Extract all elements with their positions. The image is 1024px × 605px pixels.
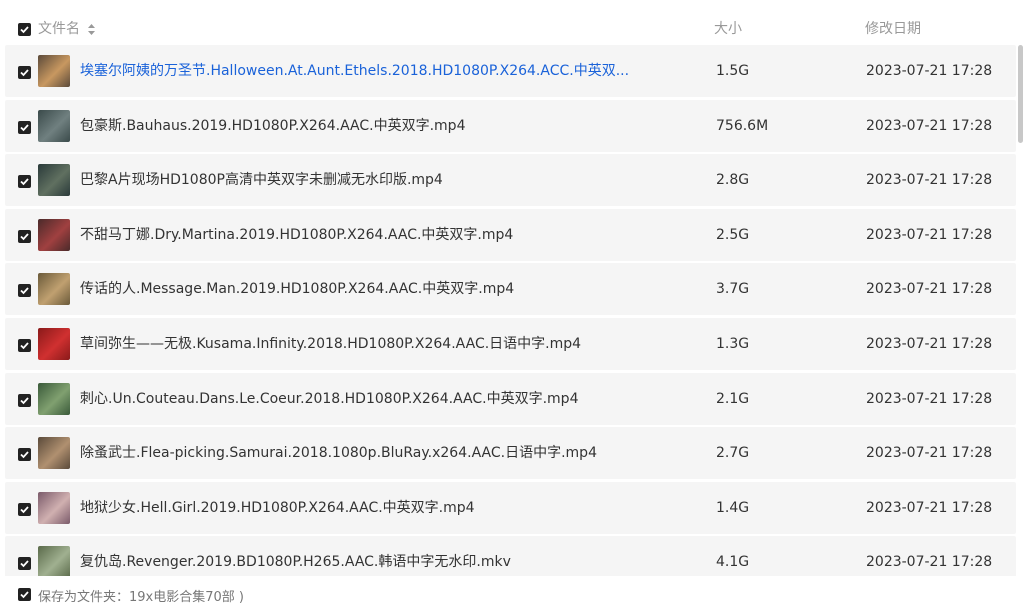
file-size: 2.5G (716, 227, 750, 243)
file-size: 4.1G (716, 554, 750, 570)
file-size: 2.1G (716, 391, 750, 407)
file-name[interactable]: 传话的人.Message.Man.2019.HD1080P.X264.AAC.中… (80, 280, 514, 298)
save-folder-checkbox[interactable] (18, 588, 31, 601)
file-date: 2023-07-21 17:28 (866, 172, 993, 188)
column-header-name-label: 文件名 (38, 21, 80, 37)
video-thumbnail (38, 492, 70, 524)
scrollbar[interactable] (1016, 45, 1024, 576)
file-date: 2023-07-21 17:28 (866, 500, 993, 516)
file-checkbox[interactable] (18, 230, 31, 243)
video-thumbnail (38, 110, 70, 142)
file-date: 2023-07-21 17:28 (866, 63, 993, 79)
file-size: 1.5G (716, 63, 750, 79)
file-row[interactable]: 刺心.Un.Couteau.Dans.Le.Coeur.2018.HD1080P… (5, 373, 1016, 425)
video-thumbnail (38, 273, 70, 305)
column-header-date[interactable]: 修改日期 (865, 20, 921, 38)
file-row[interactable]: 埃塞尔阿姨的万圣节.Halloween.At.Aunt.Ethels.2018.… (5, 45, 1016, 97)
file-name[interactable]: 不甜马丁娜.Dry.Martina.2019.HD1080P.X264.AAC.… (80, 226, 513, 244)
file-checkbox[interactable] (18, 557, 31, 570)
video-thumbnail (38, 546, 70, 576)
file-row[interactable]: 传话的人.Message.Man.2019.HD1080P.X264.AAC.中… (5, 263, 1016, 315)
video-thumbnail (38, 383, 70, 415)
file-name[interactable]: 包豪斯.Bauhaus.2019.HD1080P.X264.AAC.中英双字.m… (80, 117, 465, 135)
file-row[interactable]: 包豪斯.Bauhaus.2019.HD1080P.X264.AAC.中英双字.m… (5, 100, 1016, 152)
file-row[interactable]: 不甜马丁娜.Dry.Martina.2019.HD1080P.X264.AAC.… (5, 209, 1016, 261)
video-thumbnail (38, 164, 70, 196)
video-thumbnail (38, 55, 70, 87)
column-header-name[interactable]: 文件名 (38, 20, 96, 38)
file-name[interactable]: 埃塞尔阿姨的万圣节.Halloween.At.Aunt.Ethels.2018.… (80, 62, 629, 80)
file-name[interactable]: 草间弥生——无极.Kusama.Infinity.2018.HD1080P.X2… (80, 335, 581, 353)
file-checkbox[interactable] (18, 503, 31, 516)
sort-icon[interactable] (88, 23, 96, 35)
file-name[interactable]: 地狱少女.Hell.Girl.2019.HD1080P.X264.AAC.中英双… (80, 499, 475, 517)
file-name[interactable]: 刺心.Un.Couteau.Dans.Le.Coeur.2018.HD1080P… (80, 390, 578, 408)
video-thumbnail (38, 219, 70, 251)
file-size: 3.7G (716, 281, 750, 297)
file-date: 2023-07-21 17:28 (866, 227, 993, 243)
file-checkbox[interactable] (18, 284, 31, 297)
select-all-checkbox[interactable] (18, 23, 31, 36)
file-checkbox[interactable] (18, 339, 31, 352)
file-row[interactable]: 地狱少女.Hell.Girl.2019.HD1080P.X264.AAC.中英双… (5, 482, 1016, 534)
file-checkbox[interactable] (18, 448, 31, 461)
scrollbar-thumb[interactable] (1018, 45, 1023, 143)
file-date: 2023-07-21 17:28 (866, 445, 993, 461)
file-date: 2023-07-21 17:28 (866, 391, 993, 407)
file-list: 埃塞尔阿姨的万圣节.Halloween.At.Aunt.Ethels.2018.… (0, 45, 1016, 576)
footer: 保存为文件夹：19x电影合集70部 ) (0, 576, 1024, 605)
file-size: 2.7G (716, 445, 750, 461)
column-header-size[interactable]: 大小 (714, 20, 742, 38)
file-date: 2023-07-21 17:28 (866, 336, 993, 352)
file-list-header: 文件名 大小 修改日期 (0, 0, 1024, 45)
file-name[interactable]: 巴黎A片现场HD1080P高清中英双字未删减无水印版.mp4 (80, 171, 443, 189)
file-name[interactable]: 复仇岛.Revenger.2019.BD1080P.H265.AAC.韩语中字无… (80, 553, 511, 571)
file-size: 1.3G (716, 336, 750, 352)
video-thumbnail (38, 328, 70, 360)
file-row[interactable]: 复仇岛.Revenger.2019.BD1080P.H265.AAC.韩语中字无… (5, 536, 1016, 576)
file-date: 2023-07-21 17:28 (866, 554, 993, 570)
file-checkbox[interactable] (18, 394, 31, 407)
video-thumbnail (38, 437, 70, 469)
file-row[interactable]: 巴黎A片现场HD1080P高清中英双字未删减无水印版.mp4 2.8G 2023-0… (5, 154, 1016, 206)
file-size: 2.8G (716, 172, 750, 188)
file-date: 2023-07-21 17:28 (866, 281, 993, 297)
file-size: 1.4G (716, 500, 750, 516)
file-name[interactable]: 除蚤武士.Flea-picking.Samurai.2018.1080p.Blu… (80, 444, 597, 462)
file-row[interactable]: 草间弥生——无极.Kusama.Infinity.2018.HD1080P.X2… (5, 318, 1016, 370)
file-checkbox[interactable] (18, 121, 31, 134)
file-row[interactable]: 除蚤武士.Flea-picking.Samurai.2018.1080p.Blu… (5, 427, 1016, 479)
file-size: 756.6M (716, 118, 769, 134)
file-checkbox[interactable] (18, 66, 31, 79)
file-checkbox[interactable] (18, 175, 31, 188)
file-date: 2023-07-21 17:28 (866, 118, 993, 134)
